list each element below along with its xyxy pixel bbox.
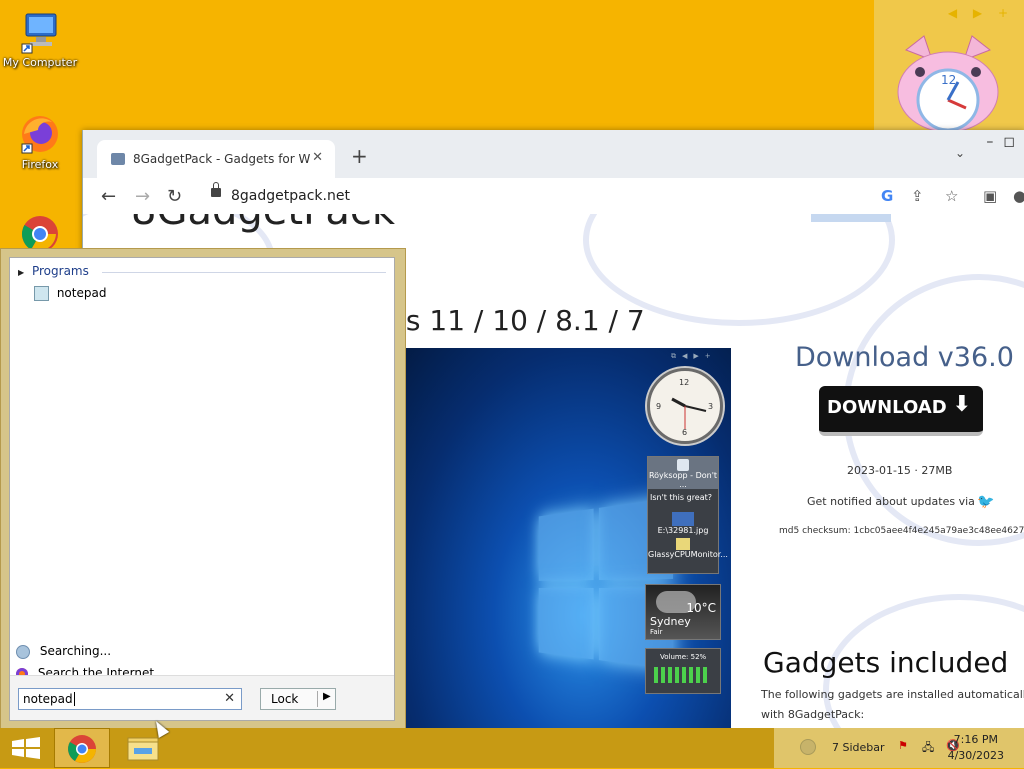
start-button[interactable] [0, 728, 56, 768]
desktop-icon-firefox[interactable]: Firefox [0, 112, 80, 171]
lock-icon [211, 182, 221, 197]
folder-icon [676, 538, 690, 550]
sidebar-controls-icon: ⧉◀▶+ [671, 352, 717, 360]
programs-header[interactable]: ▶ Programs [18, 264, 386, 278]
feed-gadget: Röyksopp - Don't ... Isn't this great? E… [647, 456, 728, 574]
system-tray: 7 Sidebar ⚑ 🖧 🔇 7:16 PM 4/30/2023 [774, 728, 1024, 768]
search-magnifier-icon [16, 644, 30, 659]
chrome-icon [68, 735, 96, 763]
share-icon[interactable]: ⇪ [911, 187, 924, 205]
clear-search-icon[interactable]: ✕ [224, 691, 235, 706]
sidebar-tray-label[interactable]: 7 Sidebar [832, 741, 885, 754]
svg-text:6: 6 [682, 428, 687, 437]
download-title: Download v36.0 [795, 342, 1014, 373]
gadgets-description: with 8GadgetPack: [761, 708, 865, 721]
file-item: GlassyCPUMonitor... [648, 550, 728, 559]
windows-versions-heading: ws 11 / 10 / 8.1 / 7 [383, 304, 645, 337]
start-bottom-strip: notepad ✕ Lock ▶ [10, 675, 394, 720]
close-tab-icon[interactable]: ✕ [312, 150, 323, 165]
svg-text:12: 12 [941, 73, 956, 87]
weather-gadget: 10°C Sydney Fair [645, 584, 721, 640]
feed-item: Röyksopp - Don't ... [648, 471, 718, 489]
google-lens-icon[interactable]: G [881, 187, 893, 205]
desktop-icon-my-computer[interactable]: My Computer [0, 10, 80, 69]
program-item-label: notepad [56, 286, 107, 300]
lock-button[interactable]: Lock ▶ [260, 688, 336, 710]
volume-gadget: Volume: 52% [645, 648, 721, 694]
desktop-icon-label: My Computer [2, 56, 78, 69]
notify-text: Get notified about updates via [807, 495, 975, 508]
svg-text:12: 12 [679, 378, 689, 387]
lock-options-arrow-icon[interactable]: ▶ [323, 691, 331, 702]
clock-date: 4/30/2023 [947, 749, 1004, 762]
svg-text:9: 9 [656, 402, 661, 411]
file-item: E:\32981.jpg [657, 526, 709, 535]
weather-condition: Fair [650, 628, 663, 636]
sidebar-tray-icon[interactable] [800, 739, 816, 755]
start-search-input[interactable]: notepad ✕ [18, 688, 242, 710]
weather-city: Sydney [650, 615, 691, 628]
svg-text:3: 3 [708, 402, 713, 411]
feed-icon [677, 459, 689, 471]
back-icon[interactable]: ← [101, 186, 116, 207]
network-icon[interactable]: 🖧 [922, 739, 934, 758]
start-menu: ▶ Programs notepad Searching... Search t… [0, 248, 406, 730]
clock-time: 7:16 PM [953, 733, 998, 746]
browser-tab[interactable]: 8GadgetPack - Gadgets for Windows ✕ [97, 140, 335, 178]
taskbar-chrome[interactable] [54, 728, 110, 768]
gadgets-description: The following gadgets are installed auto… [761, 688, 1024, 701]
bookmark-star-icon[interactable]: ☆ [945, 187, 958, 205]
computer-icon [18, 10, 62, 54]
release-meta: 2023-01-15 · 27MB [847, 464, 953, 477]
gadgets-screenshot: ⧉◀▶+ 12 3 6 9 Röyksopp - Don't ... Isn't [403, 348, 731, 728]
clock-gadget-icon[interactable]: 12 [888, 30, 1008, 130]
profile-icon[interactable]: ● [1013, 187, 1024, 205]
program-item-notepad[interactable]: notepad [34, 286, 106, 301]
expand-triangle-icon: ▶ [18, 268, 25, 277]
searching-label: Searching... [39, 644, 112, 658]
url-text: 8gadgetpack.net [231, 188, 350, 204]
browser-toolbar: ← → ↻ 8gadgetpack.net G ⇪ ☆ ▣ ● [83, 178, 1024, 215]
photo-thumb-icon [672, 512, 694, 526]
side-panel-icon[interactable]: ▣ [983, 187, 997, 205]
weather-temp: 10°C [686, 601, 716, 615]
sidebar-nav-arrows[interactable]: ◀ ▶ + [948, 6, 1014, 20]
tab-search-chevron-icon[interactable]: ⌄ [955, 146, 965, 160]
new-tab-icon[interactable]: + [351, 144, 368, 168]
volume-bars-icon [654, 667, 710, 683]
analog-clock-icon: 12 3 6 9 [647, 368, 723, 444]
windows-start-icon [12, 737, 40, 759]
gadgets-included-heading: Gadgets included [763, 646, 1009, 679]
start-menu-panel: ▶ Programs notepad Searching... Search t… [9, 257, 395, 721]
programs-label: Programs [31, 264, 89, 278]
window-controls[interactable]: –◻ [986, 134, 1024, 150]
lock-button-label: Lock [271, 692, 299, 706]
volume-label: Volume: 52% [660, 653, 707, 661]
notepad-icon [34, 286, 49, 301]
reload-icon[interactable]: ↻ [167, 186, 182, 207]
taskbar-clock[interactable]: 7:16 PM 4/30/2023 [948, 732, 1004, 764]
tab-strip: 8GadgetPack - Gadgets for Windows ✕ + ⌄ … [83, 130, 1024, 178]
forward-icon[interactable]: → [135, 186, 150, 207]
md5-checksum: md5 checksum: 1cbc05aee4f4e245a79ae3c48e… [779, 526, 1024, 536]
firefox-icon [18, 112, 62, 156]
download-button[interactable]: DOWNLOAD ⬇ [819, 386, 983, 436]
feed-item: Isn't this great? [650, 493, 713, 502]
action-center-icon[interactable]: ⚑ [898, 739, 908, 752]
download-button-label: DOWNLOAD [827, 397, 947, 418]
address-bar[interactable]: 8gadgetpack.net [199, 182, 899, 210]
desktop-sidebar: ◀ ▶ + 12 [874, 0, 1024, 130]
tab-title: 8GadgetPack - Gadgets for Windows [133, 152, 311, 166]
desktop-icon-label: Firefox [21, 158, 59, 171]
header-button[interactable] [811, 214, 891, 222]
searching-status: Searching... [16, 644, 111, 659]
site-favicon-icon [111, 153, 125, 165]
download-arrow-icon: ⬇ [952, 392, 971, 417]
taskbar: 7 Sidebar ⚑ 🖧 🔇 7:16 PM 4/30/2023 [0, 728, 1024, 768]
search-input-value: notepad [23, 692, 73, 706]
site-title: 8GadgetPack [131, 214, 395, 234]
twitter-icon[interactable]: 🐦 [977, 494, 994, 510]
